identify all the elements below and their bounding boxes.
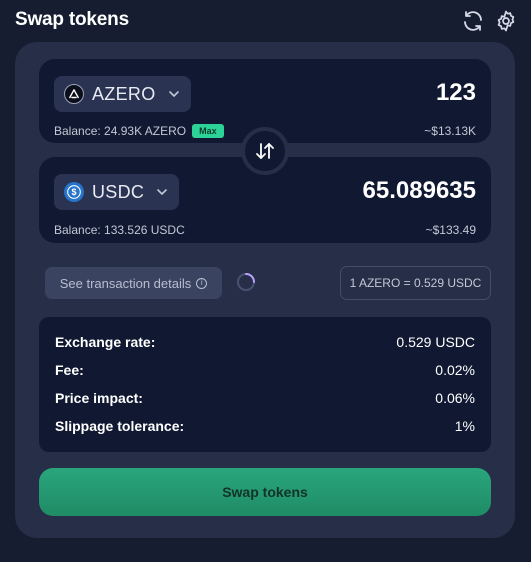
settings-gear-icon[interactable]: [494, 9, 518, 33]
max-button[interactable]: Max: [192, 124, 224, 138]
exchange-rate-chip: 1 AZERO = 0.529 USDC: [340, 266, 491, 300]
azero-logo-icon: [64, 84, 84, 104]
chevron-down-icon: [168, 91, 179, 97]
page-title: Swap tokens: [15, 9, 129, 30]
info-label: Exchange rate:: [55, 334, 156, 350]
info-row-fee: Fee: 0.02%: [55, 362, 475, 378]
from-token-name: AZERO: [92, 83, 156, 104]
info-label: Fee:: [55, 362, 84, 378]
info-label: Slippage tolerance:: [55, 418, 185, 434]
to-usd-value: ~$133.49: [425, 223, 476, 237]
info-value: 1%: [454, 418, 475, 434]
info-value: 0.06%: [435, 390, 475, 406]
from-balance: Balance: 24.93K AZERO Max: [54, 124, 224, 138]
to-token-select[interactable]: $ USDC: [54, 174, 180, 210]
swap-arrows-icon: [256, 143, 274, 159]
svg-text:$: $: [71, 187, 76, 197]
info-icon: i: [196, 277, 208, 289]
refresh-icon[interactable]: [461, 9, 485, 33]
info-label: Price impact:: [55, 390, 143, 406]
info-row-exchange-rate: Exchange rate: 0.529 USDC: [55, 334, 475, 350]
usdc-logo-icon: $: [64, 182, 84, 202]
info-value: 0.02%: [435, 362, 475, 378]
from-balance-text: Balance: 24.93K AZERO: [54, 124, 187, 138]
to-token-name: USDC: [92, 181, 145, 202]
loading-spinner-icon: [237, 273, 255, 291]
chevron-down-icon: [157, 189, 168, 195]
details-button-label: See transaction details: [59, 275, 192, 291]
from-usd-value: ~$13.13K: [424, 124, 476, 138]
from-token-select[interactable]: AZERO: [54, 76, 191, 112]
see-transaction-details-button[interactable]: See transaction details i: [45, 267, 222, 299]
to-balance: Balance: 133.526 USDC: [54, 223, 185, 237]
from-amount-input[interactable]: 123: [226, 79, 476, 107]
info-row-price-impact: Price impact: 0.06%: [55, 390, 475, 406]
swap-tokens-button[interactable]: Swap tokens: [39, 468, 491, 516]
swap-direction-button[interactable]: [241, 127, 289, 175]
to-amount-output[interactable]: 65.089635: [226, 177, 476, 205]
transaction-info-card: Exchange rate: 0.529 USDC Fee: 0.02% Pri…: [39, 317, 491, 452]
info-row-slippage-tolerance: Slippage tolerance: 1%: [55, 418, 475, 434]
info-value: 0.529 USDC: [396, 334, 475, 350]
